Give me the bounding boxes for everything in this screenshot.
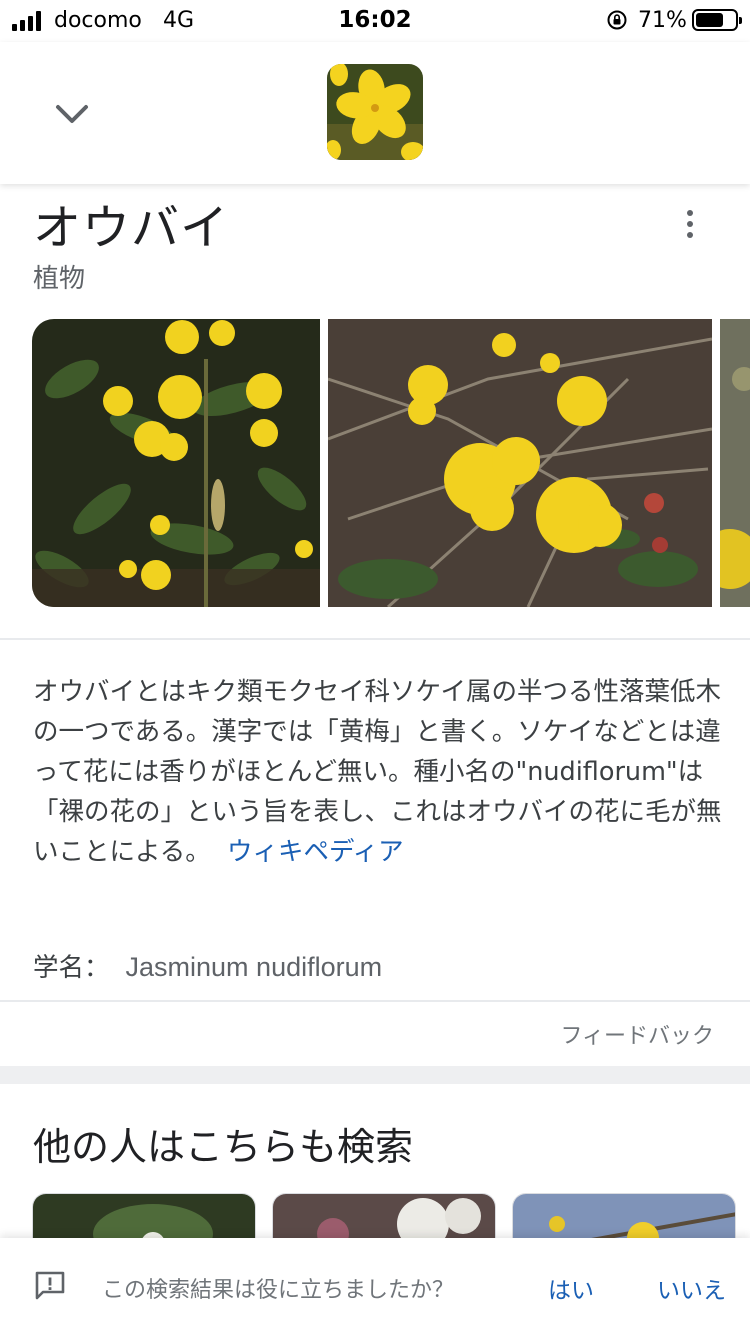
more-options-button[interactable] xyxy=(670,204,710,244)
collapse-button[interactable] xyxy=(48,94,96,134)
wikipedia-link[interactable]: ウィキペディア xyxy=(227,837,404,867)
yellow-flower-photo-3 xyxy=(720,319,750,607)
section-separator xyxy=(0,1066,750,1084)
yellow-flower-photo-2 xyxy=(328,319,712,607)
image-gallery[interactable] xyxy=(32,319,750,607)
gallery-image-3[interactable] xyxy=(720,319,750,607)
section-divider xyxy=(0,638,750,640)
scientific-name-value[interactable]: Jasminum nudiflorum xyxy=(126,952,383,982)
gallery-image-2[interactable] xyxy=(328,319,712,607)
scientific-name-label: 学名： xyxy=(33,953,110,983)
more-vert-icon xyxy=(687,210,693,216)
entity-description: オウバイとはキク類モクセイ科ソケイ属の半つる性落葉低木の一つである。漢字では「黄… xyxy=(33,677,722,867)
yes-button[interactable]: はい xyxy=(548,1271,594,1305)
battery-percent: 71% xyxy=(638,8,687,33)
rotation-lock-icon xyxy=(607,10,627,30)
battery-icon xyxy=(692,9,742,31)
yellow-flower-photo-1 xyxy=(32,319,320,607)
entity-title: オウバイ xyxy=(33,200,230,256)
status-bar: docomo 4G 16:02 71% xyxy=(0,0,750,42)
helpfulness-question: この検索結果は役に立ちましたか？ xyxy=(102,1278,455,1303)
gallery-image-1[interactable] xyxy=(32,319,320,607)
header-thumbnail[interactable] xyxy=(327,64,423,160)
chevron-down-icon xyxy=(56,105,88,123)
scientific-name-row: 学名： Jasminum nudiflorum xyxy=(33,947,382,984)
section-divider xyxy=(0,1000,750,1002)
results-header xyxy=(0,42,750,184)
no-button[interactable]: いいえ xyxy=(657,1271,726,1305)
entity-type: 植物 xyxy=(33,264,86,294)
people-also-search-title: 他の人はこちらも検索 xyxy=(33,1125,414,1169)
feedback-icon xyxy=(35,1271,65,1300)
yellow-flower-thumbnail xyxy=(327,64,423,160)
helpfulness-bar: この検索結果は役に立ちましたか？ はい いいえ xyxy=(0,1238,750,1334)
feedback-link[interactable]: フィードバック xyxy=(560,1018,714,1050)
